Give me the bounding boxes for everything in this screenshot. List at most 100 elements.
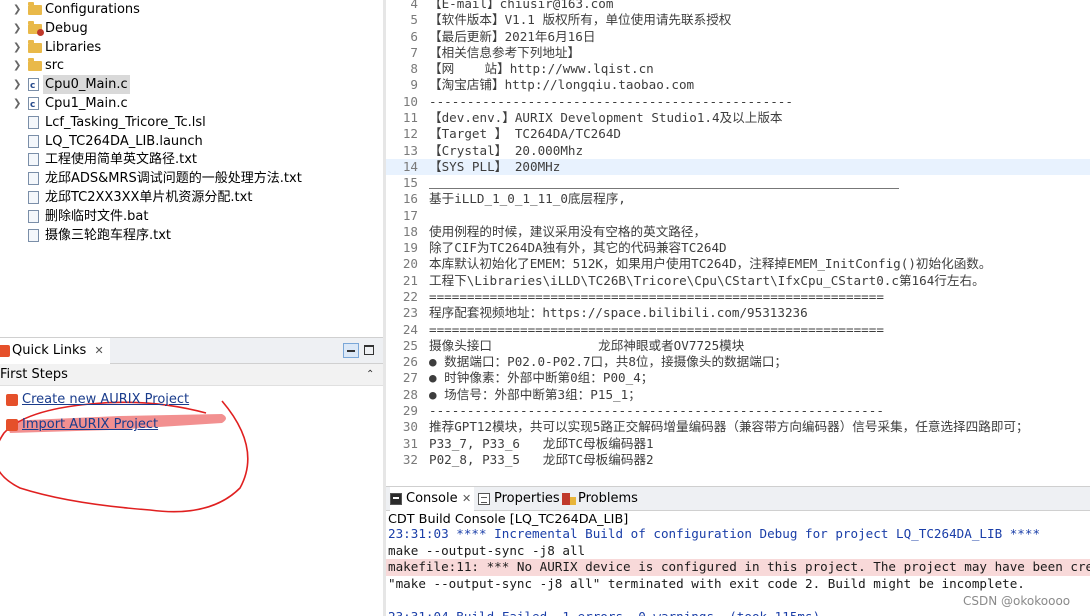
code-text: 基于iLLD_1_0_1_11_0底层程序, [429,191,626,207]
code-line[interactable]: 14 【SYS PLL】 200MHz [386,158,1090,176]
tree-item[interactable]: ❯ c Cpu0_Main.c [0,75,383,95]
code-line[interactable]: 30 推荐GPT12模块，共可以实现5路正交解码增量编码器（兼容带方向编码器）信号… [386,419,1090,435]
chevron-right-icon[interactable]: ❯ [13,0,23,19]
collapse-icon[interactable]: ⌃ [366,364,374,386]
tree-item[interactable]: ❯ c Cpu1_Main.c [0,94,383,113]
line-number: 30 [402,419,418,435]
tree-item[interactable]: ❯ src [0,56,383,75]
code-line[interactable]: 29 --------------------------------------… [386,403,1090,419]
line-number: 14 [402,158,418,174]
code-line[interactable]: 11 【dev.env.】AURIX Development Studio1.4及… [386,110,1090,126]
code-line[interactable]: 27 ● 时钟像素：外部中断第0组：P00_4； [386,370,1090,386]
line-number: 6 [410,28,418,44]
code-line[interactable]: 13 【Crystal】 20.000Mhz [386,143,1090,159]
tree-item[interactable]: 摄像三轮跑车程序.txt [0,226,383,245]
tab-console-label: Console [406,491,458,506]
tab-properties[interactable]: Properties [478,487,562,511]
code-line[interactable]: 6 【最后更新】2021年6月16日 [386,29,1090,45]
tree-item[interactable]: LQ_TC264DA_LIB.launch [0,132,383,151]
aurix-project-icon [6,394,18,406]
maximize-icon[interactable] [364,345,374,355]
code-line[interactable]: 19 除了CIF为TC264DA独有外，其它的代码兼容TC264D [386,240,1090,256]
code-line[interactable]: 8 【网 站】http://www.lqist.cn [386,61,1090,77]
code-line[interactable]: 25 摄像头接口 龙邱神眼或者OV7725模块 [386,338,1090,354]
code-line[interactable]: 22 ======================================… [386,289,1090,305]
code-text: 除了CIF为TC264DA独有外，其它的代码兼容TC264D [429,240,727,256]
code-line[interactable]: 20 本库默认初始化了EMEM：512K，如果用户使用TC264D，注释掉EMEM… [386,256,1090,272]
tree-item[interactable]: ❯ Libraries [0,38,383,57]
tree-item[interactable]: Lcf_Tasking_Tricore_Tc.lsl [0,113,383,132]
line-number: 28 [402,386,418,402]
tab-problems[interactable]: Problems [562,487,642,511]
line-number: 5 [410,12,418,28]
code-text: ----------------------------------------… [429,403,884,418]
line-number: 25 [402,337,418,353]
first-steps-section-header[interactable]: First Steps ⌃ [0,364,383,386]
code-line[interactable]: 7 【相关信息参考下列地址】 [386,45,1090,61]
line-number: 9 [410,77,418,93]
aurix-import-icon [6,419,18,431]
code-line[interactable]: 17 [386,208,1090,224]
console-line: "make --output-sync -j8 all" terminated … [388,575,1025,591]
tree-item[interactable]: 龙邱ADS&MRS调试问题的一般处理方法.txt [0,169,383,188]
code-line[interactable]: 26 ● 数据端口：P02.0-P02.7口，共8位，接摄像头的数据端口； [386,354,1090,370]
code-line[interactable]: 10 --------------------------------------… [386,94,1090,110]
tree-item-label: Debug [45,20,88,36]
code-line[interactable]: 21 工程下\Libraries\iLLD\TC26B\Tricore\Cpu\C… [386,273,1090,289]
code-line[interactable]: 28 ● 场信号：外部中断第3组：P15_1； [386,387,1090,403]
tab-quick-links[interactable]: Quick Links ✕ [0,338,110,364]
code-text: 【软件版本】V1.1 版权所有，单位使用请先联系授权 [429,12,732,28]
close-icon[interactable]: ✕ [94,344,103,357]
tree-item[interactable]: ❯ Debug [0,19,383,38]
debug-folder-icon [28,20,44,36]
code-line[interactable]: 12 【Target 】 TC264DA/TC264D [386,126,1090,142]
properties-icon [478,493,490,505]
tree-item[interactable]: 龙邱TC2XX3XX单片机资源分配.txt [0,188,383,207]
create-new-aurix-project-link[interactable]: Create new AURIX Project [22,392,189,407]
quick-links-icon [0,345,10,357]
first-steps-title: First Steps [0,367,68,382]
tab-console[interactable]: Console ✕ [390,487,474,511]
code-line[interactable]: 23 程序配套视频地址：https://space.bilibili.com/95… [386,305,1090,321]
code-line[interactable]: 4 【E-mail】chiusir@163.com [386,0,1090,12]
chevron-right-icon[interactable]: ❯ [13,38,23,57]
code-editor[interactable]: 4 【E-mail】chiusir@163.com 5 【软件版本】V1.1 版权所有… [386,0,1090,470]
line-number: 4 [410,0,418,11]
file-icon [28,134,39,148]
code-text: ● 场信号：外部中断第3组：P15_1； [429,386,641,402]
chevron-right-icon[interactable]: ❯ [13,94,23,113]
line-number: 10 [402,93,418,109]
project-explorer: ❯ Configurations ❯ Debug ❯ Libraries ❯ src ❯ c Cpu… [0,0,383,333]
tab-properties-label: Properties [494,491,560,506]
line-number: 22 [402,289,418,305]
code-line[interactable]: 16 基于iLLD_1_0_1_11_0底层程序, [386,191,1090,207]
import-aurix-project-link[interactable]: Import AURIX Project [22,417,158,432]
code-line[interactable]: 5 【软件版本】V1.1 版权所有，单位使用请先联系授权 [386,12,1090,28]
line-number: 23 [402,305,418,321]
code-line[interactable]: 31 P33_7, P33_6 龙邱TC母板编码器1 [386,436,1090,452]
chevron-right-icon[interactable]: ❯ [13,56,23,75]
separator-rule [429,188,899,189]
tree-item[interactable]: 工程使用简单英文路径.txt [0,150,383,169]
line-number: 17 [402,207,418,223]
code-text: 【dev.env.】AURIX Development Studio1.4及以上… [429,109,783,125]
line-number: 8 [410,61,418,77]
code-line[interactable]: 9 【淘宝店铺】http://longqiu.taobao.com [386,77,1090,93]
line-number: 12 [402,126,418,142]
tree-item[interactable]: 删除临时文件.bat [0,207,383,226]
code-text: P33_7, P33_6 龙邱TC母板编码器1 [429,435,654,451]
file-icon [28,153,39,167]
code-line[interactable]: 18 使用例程的时候，建议采用没有空格的英文路径， [386,224,1090,240]
code-line[interactable]: 24 ======================================… [386,322,1090,338]
code-text: 程序配套视频地址：https://space.bilibili.com/9531… [429,305,808,321]
tree-item-label: src [45,58,64,74]
line-number: 15 [402,175,418,191]
chevron-right-icon[interactable]: ❯ [13,75,23,94]
chevron-right-icon[interactable]: ❯ [13,19,23,38]
console-title: CDT Build Console [LQ_TC264DA_LIB] [388,512,629,527]
tree-item-label: Lcf_Tasking_Tricore_Tc.lsl [45,114,206,130]
minimize-icon[interactable] [343,343,359,358]
code-line[interactable]: 32 P02_8, P33_5 龙邱TC母板编码器2 [386,452,1090,468]
close-icon[interactable]: ✕ [462,487,471,511]
tree-item[interactable]: ❯ Configurations [0,0,383,19]
